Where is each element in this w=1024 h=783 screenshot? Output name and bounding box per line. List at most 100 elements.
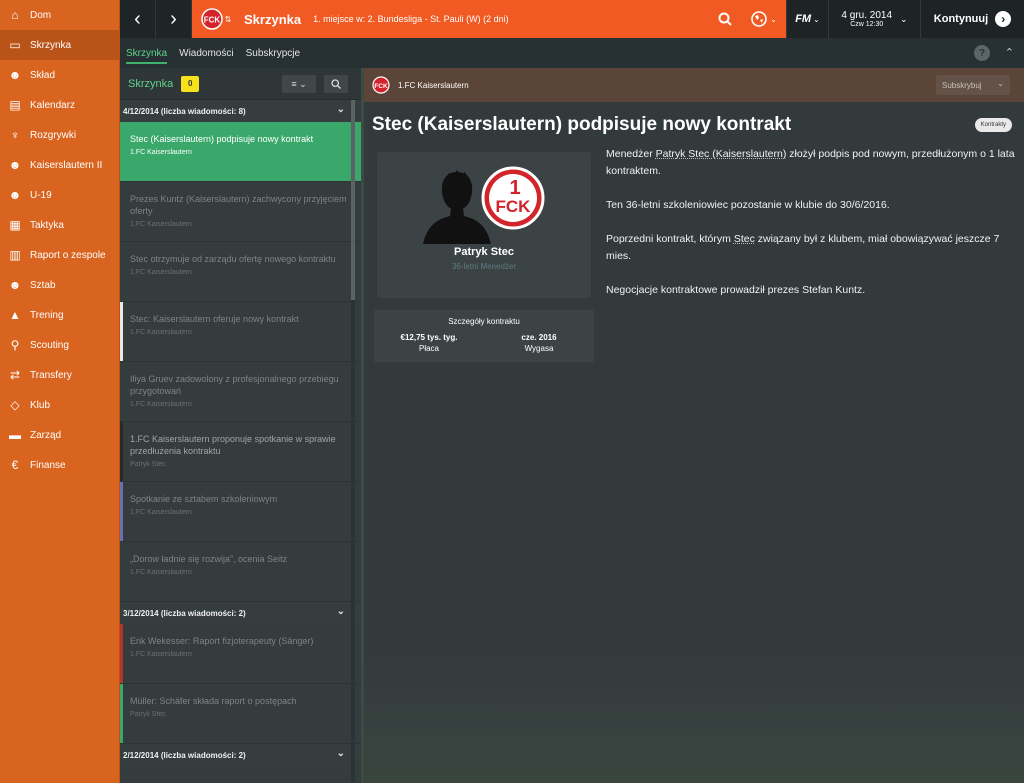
club-crest-button[interactable]: FCK ⇅ [192,0,240,38]
sidebar-item-home[interactable]: ⌂ Dom [0,0,119,30]
chevron-down-icon: ⌄ [997,79,1004,88]
sidebar-item-trophy[interactable]: ♆ Rozgrywki [0,120,119,150]
subscribe-button[interactable]: Subskrybuj ⌄ [936,75,1010,95]
arrow-right-icon: › [995,11,1012,27]
svg-text:FCK: FCK [203,16,220,25]
sidebar-item-inbox[interactable]: ▭ Skrzynka [0,30,119,60]
tab-skrzynka[interactable]: Skrzynka [120,38,173,68]
club-icon: ◇ [10,398,20,412]
message-sender: 1.FC Kaiserslautern [130,651,192,658]
club-switch-icon: ⇅ [224,14,232,24]
globe-icon [751,11,767,27]
message-group-header[interactable]: 4/12/2014 (liczba wiadomości: 8) ⌄ [120,100,361,122]
message-group-label: 3/12/2014 (liczba wiadomości: 2) [123,608,246,618]
message-title: Stec (Kaiserslautern) podpisuje nowy kon… [130,134,314,144]
training-icon: ▲ [9,308,21,322]
sidebar-item-scouting[interactable]: ⚲ Scouting [0,330,119,360]
message-item[interactable]: Prezes Kuntz (Kaiserslautern) zachwycony… [120,182,361,242]
club-logo: 1 FCK [481,166,545,230]
sidebar-item-squad[interactable]: ☻ Skład [0,60,119,90]
squad-icon: ☻ [8,68,22,82]
person-link[interactable]: Stec [734,233,755,245]
message-sender: 1.FC Kaiserslautern [130,149,192,156]
svg-text:FCK: FCK [374,83,388,90]
search-icon [331,79,341,89]
list-search-button[interactable] [324,75,348,93]
youth-team-icon: ☻ [8,188,22,202]
message-sender: 1.FC Kaiserslautern [130,569,192,576]
message-item[interactable]: Stec: Kaiserslautern oferuje nowy kontra… [120,302,361,362]
message-group-label: 4/12/2014 (liczba wiadomości: 8) [123,106,246,116]
sidebar-item-report[interactable]: ▥ Raport o zespole [0,240,119,270]
sidebar-item-calendar[interactable]: ▤ Kalendarz [0,90,119,120]
message-item[interactable]: Stec (Kaiserslautern) podpisuje nowy kon… [120,122,361,182]
list-view-menu-button[interactable]: ≡ ⌄ [282,75,316,93]
back-button[interactable]: ‹ [120,0,156,38]
category-tag[interactable]: Kontrakty [974,118,1012,132]
sidebar-item-label: Skrzynka [30,39,72,51]
continue-button[interactable]: Kontynuuj › [920,0,1024,38]
sidebar-item-youth-team[interactable]: ☻ U-19 [0,180,119,210]
tab-subskrypcje[interactable]: Subskrypcje [240,38,306,68]
sidebar-item-label: Trening [30,309,64,321]
sidebar-item-tactics[interactable]: ▦ Taktyka [0,210,119,240]
finances-icon: € [11,458,19,472]
chevron-left-icon: ‹ [134,7,141,30]
league-status: 1. miejsce w: 2. Bundesliga - St. Pauli … [313,14,509,24]
message-category-bar [120,684,123,743]
message-group-label: 2/12/2014 (liczba wiadomości: 2) [123,750,246,760]
world-menu-button[interactable]: ⌄ [742,0,786,38]
list-icon: ≡ ⌄ [291,78,307,89]
top-bar: ‹ › FCK ⇅ Skrzynka 1. miejsce w: 2. Bund… [120,0,1024,38]
scrollbar-thumb[interactable] [351,100,355,300]
background-field [361,648,1024,783]
message-title: Müller: Schäfer składa raport o postępac… [130,696,297,706]
help-button[interactable]: ? [974,45,990,61]
message-item[interactable]: Stec otrzymuje od zarządu ofertę nowego … [120,242,361,302]
person-card[interactable]: 1 FCK Patryk Stec 36-letni Menedżer [377,152,591,298]
message-item[interactable]: Erik Wekesser: Raport fizjoterapeuty (Sä… [120,624,361,684]
sidebar-item-label: Klub [30,399,51,411]
tactics-icon: ▦ [9,218,21,232]
chevron-up-icon[interactable]: ⌃ [1005,46,1014,59]
continue-label: Kontynuuj [933,13,989,25]
message-list-pane: Skrzynka 0 ≡ ⌄ 4/12/2014 (liczba wiadomo… [120,68,361,783]
message-title: Stec otrzymuje od zarządu ofertę nowego … [130,254,336,264]
sidebar-item-team[interactable]: ☻ Kaiserslautern II [0,150,119,180]
message-title: Iliya Gruev zadowolony z profesjonalnego… [130,374,339,396]
tab-wiadomosci[interactable]: Wiadomości [173,38,239,68]
wage-label: Płaca [418,344,439,353]
message-item[interactable]: „Dorow ładnie się rozwija”, ocenia Seitz… [120,542,361,602]
sidebar-item-label: Taktyka [30,219,64,231]
person-link[interactable]: Patryk Stec (Kaiserslautern) [656,148,787,160]
message-sender: Patryk Stec [130,711,166,718]
sidebar-item-label: Kalendarz [30,99,76,111]
fm-menu-button[interactable]: FM ⌄ [786,0,828,38]
sidebar-item-club[interactable]: ◇ Klub [0,390,119,420]
date-button[interactable]: 4 gru. 2014 Czw 12:30 ⌄ [828,0,920,38]
message-item[interactable]: 1.FC Kaiserslautern proponuje spotkanie … [120,422,361,482]
contract-details: Szczegóły kontraktu €12,75 tys. tyg. Pła… [374,310,594,362]
message-group-header[interactable]: 2/12/2014 (liczba wiadomości: 2) ⌄ [120,744,361,766]
sidebar-item-finances[interactable]: € Finanse [0,450,119,480]
sidebar-item-label: Sztab [30,279,56,291]
message-category-bar [120,422,123,481]
message-title: 1.FC Kaiserslautern proponuje spotkanie … [130,434,336,456]
inbox-icon: ▭ [9,38,21,52]
sidebar-item-staff[interactable]: ☻ Sztab [0,270,119,300]
message-list-scrollbar[interactable] [351,100,355,783]
forward-button[interactable]: › [156,0,192,38]
message-item[interactable]: Müller: Schäfer składa raport o postępac… [120,684,361,744]
sidebar-item-training[interactable]: ▲ Trening [0,300,119,330]
message-item[interactable]: Iliya Gruev zadowolony z profesjonalnego… [120,362,361,422]
trophy-icon: ♆ [10,128,20,142]
message-group-header[interactable]: 3/12/2014 (liczba wiadomości: 2) ⌄ [120,602,361,624]
expiry-label: Wygasa [524,344,554,353]
text: Menedżer [606,148,656,160]
sidebar-item-transfers[interactable]: ⇄ Transfery [0,360,119,390]
message-item[interactable]: Spotkanie ze sztabem szkoleniowym 1.FC Ka… [120,482,361,542]
search-button[interactable] [708,0,742,38]
message-category-bar [120,122,123,181]
team-icon: ☻ [8,158,22,172]
sidebar-item-board[interactable]: ▬ Zarząd [0,420,119,450]
